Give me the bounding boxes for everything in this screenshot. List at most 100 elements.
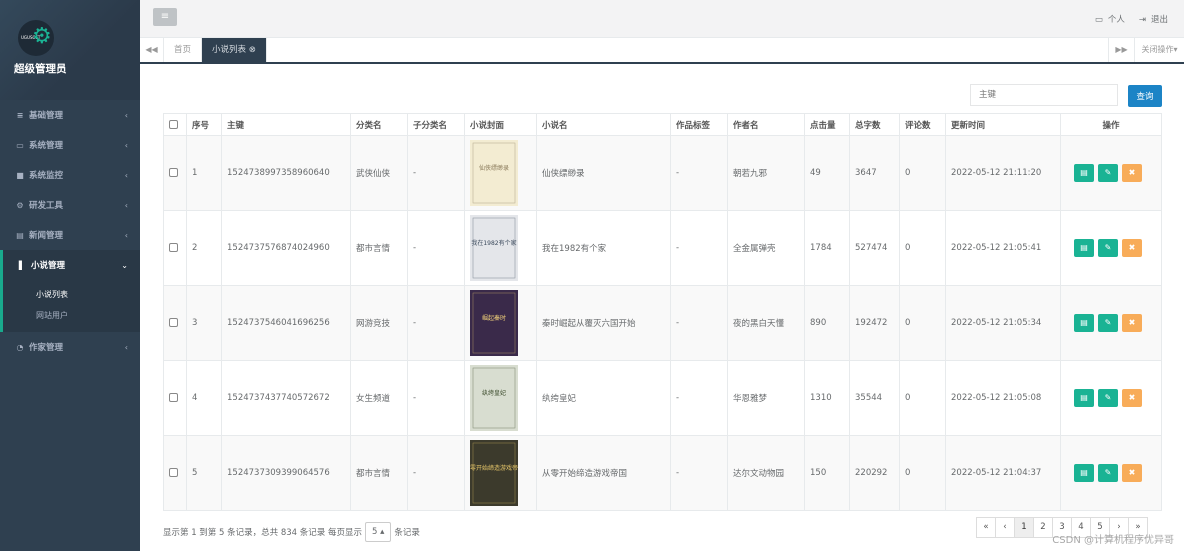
delete-button[interactable]: ✖ <box>1122 314 1142 332</box>
col-header[interactable]: 点击量 <box>804 113 850 136</box>
cell-clicks: 150 <box>804 435 850 511</box>
cell-clicks: 1310 <box>804 360 850 436</box>
cell-index: 1 <box>186 135 222 211</box>
book-cover-image[interactable]: 崛起秦时 <box>470 290 518 356</box>
table-row[interactable]: 1 1524738997358960640 武侠仙侠 - 仙侠缥缈录 仙侠缥缈录 - 朝若九邪… <box>163 135 1162 211</box>
cell-category: 武侠仙侠 <box>350 135 408 211</box>
menu-toggle-button[interactable]: ≡ <box>153 8 177 26</box>
table-row[interactable]: 3 1524737546041696256 网游竞技 - 崛起秦时 秦时崛起从覆灭六国开始… <box>163 285 1162 361</box>
row-checkbox[interactable] <box>169 318 178 327</box>
edit-button[interactable]: ✎ <box>1098 164 1118 182</box>
personal-link[interactable]: ▭ 个人 <box>1095 13 1125 25</box>
submenu-item-site-users[interactable]: 网站用户 <box>3 305 140 326</box>
delete-button[interactable]: ✖ <box>1122 464 1142 482</box>
sidebar-item-novel[interactable]: ▌ 小说管理 ⌄ <box>0 250 140 280</box>
sidebar-item-label: 研发工具 <box>29 201 64 211</box>
query-button[interactable]: 查询 <box>1128 85 1162 107</box>
row-checkbox[interactable] <box>169 243 178 252</box>
col-header[interactable]: 作品标签 <box>670 113 728 136</box>
select-all-cell <box>163 113 187 136</box>
book-cover-image[interactable]: 从零开始缔造游戏帝国 <box>470 440 518 506</box>
sidebar-item-label: 基础管理 <box>29 111 64 121</box>
cell-tag: - <box>670 360 728 436</box>
chevron-left-icon: ‹ <box>124 230 128 240</box>
search-input[interactable] <box>970 84 1118 106</box>
tabs-back-button[interactable]: ◀◀ <box>140 38 164 62</box>
table-header-row: 序号 主键 分类名 子分类名 小说封面 小说名 作品标签 作者名 点击量 总字数… <box>163 113 1162 136</box>
sidebar-item-author[interactable]: ◔ 作家管理 ‹ <box>0 332 140 362</box>
submenu-item-novel-list[interactable]: 小说列表 <box>3 284 140 305</box>
edit-button[interactable]: ✎ <box>1098 389 1118 407</box>
page-size-select[interactable]: 5 ▴ <box>364 522 392 542</box>
book-cover-image[interactable]: 我在1982有个家 <box>470 215 518 281</box>
table-row[interactable]: 2 1524737576874024960 都市言情 - 我在1982有个家 我在1982… <box>163 210 1162 286</box>
edit-button[interactable]: ✎ <box>1098 239 1118 257</box>
cell-id: 1524737546041696256 <box>221 285 351 361</box>
cover-title: 崛起秦时 <box>482 314 506 322</box>
view-button[interactable]: ▤ <box>1074 314 1094 332</box>
book-cover-image[interactable]: 仙侠缥缈录 <box>470 140 518 206</box>
sidebar-item-system[interactable]: ▭ 系统管理 ‹ <box>0 130 140 160</box>
select-all-checkbox[interactable] <box>169 119 178 129</box>
delete-button[interactable]: ✖ <box>1122 164 1142 182</box>
cell-cover: 纨绔皇妃 <box>464 360 537 436</box>
view-button[interactable]: ▤ <box>1074 239 1094 257</box>
sidebar-item-monitor[interactable]: ■ 系统监控 ‹ <box>0 160 140 190</box>
close-operations-dropdown[interactable]: 关闭操作▾ <box>1134 38 1184 62</box>
user-role[interactable]: 超级管理员 <box>14 61 67 76</box>
logout-link[interactable]: ⇥ 退出 <box>1139 13 1168 25</box>
row-checkbox[interactable] <box>169 168 178 177</box>
col-header[interactable]: 作者名 <box>727 113 805 136</box>
page-link[interactable]: 2 <box>1033 517 1053 538</box>
view-button[interactable]: ▤ <box>1074 464 1094 482</box>
col-header[interactable]: 序号 <box>186 113 222 136</box>
newspaper-icon: ▤ <box>16 230 24 240</box>
cell-updated-time: 2022-05-12 21:05:41 <box>945 210 1061 286</box>
book-cover-image[interactable]: 纨绔皇妃 <box>470 365 518 431</box>
desktop-icon: ▭ <box>16 140 24 150</box>
cell-index: 2 <box>186 210 222 286</box>
col-header[interactable]: 评论数 <box>899 113 946 136</box>
top-right-links: ▭ 个人 ⇥ 退出 <box>1095 13 1168 25</box>
tab-home[interactable]: 首页 <box>164 38 203 62</box>
tab-novel-list[interactable]: 小说列表 ⊗ <box>202 38 267 62</box>
cell-actions: ▤ ✎ ✖ <box>1060 210 1162 286</box>
watermark: CSDN @计算机程序优异哥 <box>1052 535 1174 546</box>
view-button[interactable]: ▤ <box>1074 389 1094 407</box>
close-icon[interactable]: ⊗ <box>249 45 256 55</box>
cell-tag: - <box>670 210 728 286</box>
page-link[interactable]: « <box>976 517 996 538</box>
tabs-forward-button[interactable]: ▶▶ <box>1108 38 1134 62</box>
table-row[interactable]: 4 1524737437740572672 女生频道 - 纨绔皇妃 纨绔皇妃 - 华恩雅梦 13… <box>163 360 1162 436</box>
cell-author: 全金属弹壳 <box>727 210 805 286</box>
col-header[interactable]: 主键 <box>221 113 351 136</box>
table-row[interactable]: 51524737309399064576都市言情-从零开始缔造游戏帝国从零开始缔… <box>163 435 1162 511</box>
col-header[interactable]: 总字数 <box>849 113 900 136</box>
view-button[interactable]: ▤ <box>1074 164 1094 182</box>
col-header[interactable]: 更新时间 <box>945 113 1061 136</box>
delete-button[interactable]: ✖ <box>1122 389 1142 407</box>
page-link[interactable]: ‹ <box>995 517 1015 538</box>
logout-label: 退出 <box>1150 15 1168 25</box>
sidebar: UGUSOFT ⚙ 超级管理员 ≡ 基础管理 ‹ ▭ 系统管理 ‹ ■ 系统监控 ‹ ⚙ 研发… <box>0 0 140 551</box>
cell-author: 华恩雅梦 <box>727 360 805 436</box>
row-checkbox[interactable] <box>169 468 178 477</box>
cell-word-count: 192472 <box>849 285 900 361</box>
sidebar-item-news[interactable]: ▤ 新闻管理 ‹ <box>0 220 140 250</box>
edit-button[interactable]: ✎ <box>1098 464 1118 482</box>
page-link[interactable]: 1 <box>1014 517 1034 538</box>
row-select-cell <box>163 285 187 361</box>
edit-button[interactable]: ✎ <box>1098 314 1118 332</box>
col-header[interactable]: 分类名 <box>350 113 408 136</box>
col-header[interactable]: 小说名 <box>536 113 671 136</box>
row-checkbox[interactable] <box>169 393 178 402</box>
cell-updated-time: 2022-05-12 21:11:20 <box>945 135 1061 211</box>
sidebar-item-devtools[interactable]: ⚙ 研发工具 ‹ <box>0 190 140 220</box>
avatar[interactable]: UGUSOFT ⚙ <box>18 20 54 56</box>
chevron-left-icon: ‹ <box>124 170 128 180</box>
sidebar-item-basic[interactable]: ≡ 基础管理 ‹ <box>0 100 140 130</box>
col-header[interactable]: 子分类名 <box>407 113 465 136</box>
page-size-value: 5 <box>371 527 378 537</box>
delete-button[interactable]: ✖ <box>1122 239 1142 257</box>
col-header[interactable]: 小说封面 <box>464 113 537 136</box>
